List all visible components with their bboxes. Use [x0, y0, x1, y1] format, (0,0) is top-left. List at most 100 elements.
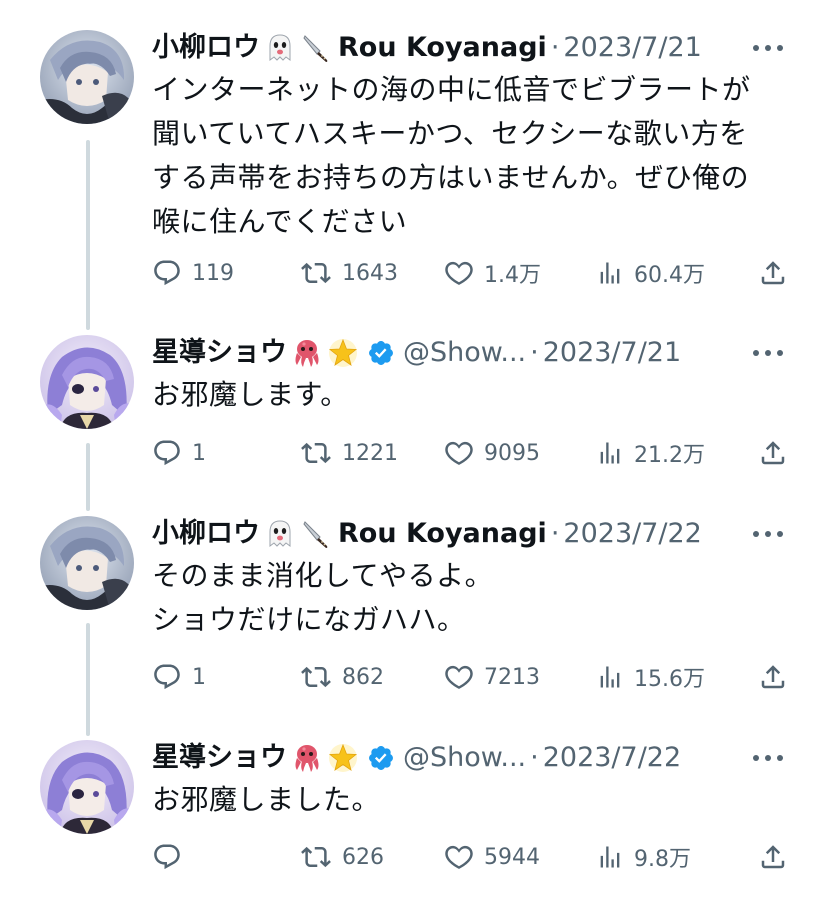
reply-icon — [152, 842, 182, 872]
views-button[interactable]: 60.4万 — [596, 253, 705, 293]
share-button[interactable] — [758, 837, 788, 877]
heart-icon — [444, 258, 474, 288]
tweet-date[interactable]: 2023/7/21 — [543, 335, 681, 371]
like-count: 5944 — [484, 844, 540, 870]
reply-icon — [152, 438, 182, 468]
like-count: 9095 — [484, 440, 540, 466]
views-count: 21.2万 — [634, 443, 705, 468]
separator: · — [550, 518, 560, 549]
user-handle[interactable]: @Show... — [403, 335, 526, 371]
star-emoji-icon — [327, 742, 359, 774]
retweet-count: 862 — [342, 664, 384, 690]
more-icon[interactable] — [748, 30, 788, 66]
reply-count: 119 — [192, 260, 234, 286]
reply-button[interactable]: 119 — [152, 253, 234, 293]
display-name[interactable]: 小柳ロウ — [152, 30, 260, 66]
share-icon — [758, 842, 788, 872]
knife-emoji-icon — [300, 32, 332, 64]
verified-badge-icon — [367, 744, 395, 772]
views-icon — [596, 662, 624, 692]
separator: · — [530, 337, 539, 368]
action-bar: 1 1221 9095 21.2万 — [152, 433, 788, 473]
heart-icon — [444, 842, 474, 872]
separator: · — [530, 742, 539, 773]
more-icon[interactable] — [748, 740, 788, 776]
share-button[interactable] — [758, 433, 788, 473]
action-bar: 119 1643 1.4万 60.4万 — [152, 253, 788, 293]
avatar[interactable] — [40, 740, 134, 834]
tweet-text: お邪魔します。 — [152, 378, 349, 411]
retweet-button[interactable]: 862 — [300, 657, 384, 697]
share-button[interactable] — [758, 657, 788, 697]
views-count: 9.8万 — [634, 847, 691, 872]
tweet-date[interactable]: 2023/7/22 — [563, 516, 701, 552]
ghost-emoji-icon — [264, 32, 296, 64]
views-count: 15.6万 — [634, 667, 705, 692]
retweet-count: 626 — [342, 844, 384, 870]
retweet-icon — [300, 842, 332, 872]
reply-icon — [152, 662, 182, 692]
reply-icon — [152, 258, 182, 288]
retweet-button[interactable]: 1221 — [300, 433, 398, 473]
display-name-suffix[interactable]: Rou Koyanagi — [338, 516, 547, 552]
retweet-button[interactable]: 1643 — [300, 253, 398, 293]
more-icon[interactable] — [748, 335, 788, 371]
more-icon[interactable] — [748, 516, 788, 552]
heart-icon — [444, 438, 474, 468]
like-count: 1.4万 — [484, 263, 541, 288]
retweet-icon — [300, 662, 332, 692]
views-icon — [596, 438, 624, 468]
verified-badge-icon — [367, 339, 395, 367]
reply-button[interactable]: 1 — [152, 433, 206, 473]
retweet-icon — [300, 438, 332, 468]
retweet-count: 1221 — [342, 440, 398, 466]
user-handle[interactable]: @Show... — [403, 740, 526, 776]
tweet-text: インターネットの海の中に低音でビブラートが 聞いていてハスキーかつ、セクシーな歌… — [152, 73, 751, 238]
views-button[interactable]: 21.2万 — [596, 433, 705, 473]
ghost-emoji-icon — [264, 518, 296, 550]
views-button[interactable]: 15.6万 — [596, 657, 705, 697]
share-button[interactable] — [758, 253, 788, 293]
reply-count: 1 — [192, 440, 206, 466]
like-button[interactable]: 9095 — [444, 433, 540, 473]
tweet-date[interactable]: 2023/7/21 — [563, 30, 701, 66]
like-button[interactable]: 1.4万 — [444, 253, 541, 293]
heart-icon — [444, 662, 474, 692]
views-icon — [596, 842, 624, 872]
star-emoji-icon — [327, 337, 359, 369]
thread-line-1 — [86, 140, 90, 330]
like-button[interactable]: 7213 — [444, 657, 540, 697]
display-name[interactable]: 小柳ロウ — [152, 516, 260, 552]
octopus-emoji-icon — [291, 337, 323, 369]
tweet-header: 小柳ロウ Rou Koyanagi · 2023/7/21 — [152, 30, 788, 66]
reply-count: 1 — [192, 664, 206, 690]
tweet-text: お邪魔しました。 — [152, 783, 381, 816]
avatar[interactable] — [40, 516, 134, 610]
action-bar: 1 862 7213 15.6万 — [152, 657, 788, 697]
thread-line-3 — [86, 623, 90, 736]
reply-button[interactable] — [152, 837, 192, 877]
avatar[interactable] — [40, 335, 134, 429]
thread-line-2 — [86, 443, 90, 511]
views-button[interactable]: 9.8万 — [596, 837, 691, 877]
like-count: 7213 — [484, 664, 540, 690]
retweet-button[interactable]: 626 — [300, 837, 384, 877]
share-icon — [758, 438, 788, 468]
separator: · — [550, 32, 560, 63]
reply-button[interactable]: 1 — [152, 657, 206, 697]
retweet-count: 1643 — [342, 260, 398, 286]
display-name[interactable]: 星導ショウ — [152, 740, 287, 776]
tweet-header: 星導ショウ — [152, 740, 788, 776]
knife-emoji-icon — [300, 518, 332, 550]
like-button[interactable]: 5944 — [444, 837, 540, 877]
tweet-date[interactable]: 2023/7/22 — [543, 740, 681, 776]
display-name[interactable]: 星導ショウ — [152, 335, 287, 371]
octopus-emoji-icon — [291, 742, 323, 774]
tweet-header: 星導ショウ — [152, 335, 788, 371]
tweet-header: 小柳ロウ Rou Koyanagi · 2023/7/22 — [152, 516, 788, 552]
tweet-text: そのまま消化してやるよ。 ショウだけになガハハ。 — [152, 559, 494, 636]
display-name-suffix[interactable]: Rou Koyanagi — [338, 30, 547, 66]
avatar[interactable] — [40, 30, 134, 124]
retweet-icon — [300, 258, 332, 288]
views-count: 60.4万 — [634, 263, 705, 288]
